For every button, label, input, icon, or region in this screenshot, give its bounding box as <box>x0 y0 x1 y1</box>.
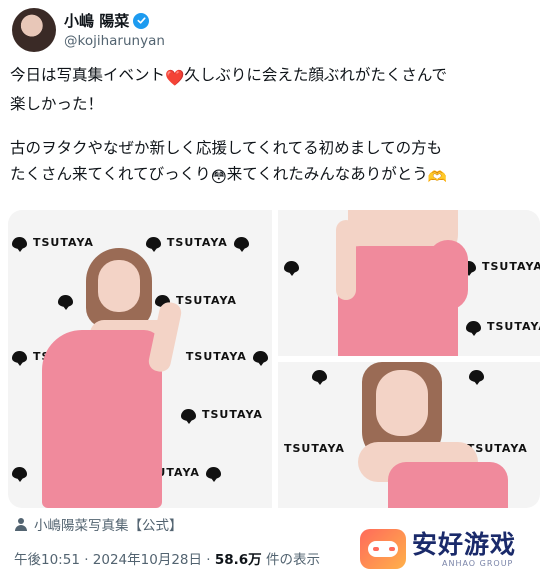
media-grid: TSUTAYA TSUTAYA TSUTAYA TSUTAYA TSUTAYA TS… <box>8 210 540 508</box>
photo-2[interactable]: TSUTAYA TSUTAYA <box>278 210 540 356</box>
author-block: 小嶋 陽菜 @kojiharunyan <box>64 11 165 50</box>
photo-1[interactable]: TSUTAYA TSUTAYA TSUTAYA TSUTAYA TSUTAYA TS… <box>8 210 272 508</box>
game-controller-icon <box>360 529 406 569</box>
author-handle[interactable]: @kojiharunyan <box>64 32 165 50</box>
speech-bubble-icon <box>312 370 327 385</box>
speech-bubble-icon <box>12 466 27 482</box>
speech-bubble-icon <box>469 370 484 385</box>
tweet-text-segment: 来てくれたみんなありがとう <box>226 165 428 183</box>
tweet-meta: 午後10:51 · 2024年10月28日 · 58.6万 件の表示 <box>14 548 320 568</box>
media-caption[interactable]: 小嶋陽菜写真集【公式】 <box>14 514 183 534</box>
backdrop-logo: TSUTAYA <box>176 294 237 307</box>
meta-separator: · <box>202 552 215 568</box>
speech-bubble-icon <box>205 466 221 482</box>
views-count: 58.6万 <box>214 552 262 568</box>
watermark-subtitle: ANHAO GROUP <box>442 558 514 568</box>
meta-separator: · <box>79 552 93 568</box>
speech-bubble-icon <box>145 236 161 252</box>
tweet-text: 今日は写真集イベント❤️久しぶりに会えた顔ぶれがたくさんで 楽しかった！ 古のヲ… <box>10 62 540 208</box>
speech-bubble-icon <box>58 294 73 310</box>
caption-text[interactable]: 小嶋陽菜写真集【公式】 <box>34 514 183 534</box>
person-icon <box>14 517 28 531</box>
backdrop-logo: TSUTAYA <box>487 320 540 333</box>
tweet-time[interactable]: 午後10:51 <box>14 552 80 568</box>
tweet-text-segment: 今日は写真集イベント <box>10 66 166 84</box>
heart-emoji-icon: ❤️ <box>165 69 185 87</box>
speech-bubble-icon <box>284 260 299 276</box>
speech-bubble-icon <box>12 350 27 366</box>
tweet-date[interactable]: 2024年10月28日 <box>93 552 202 568</box>
tweet-paragraph-1: 今日は写真集イベント❤️久しぶりに会えた顔ぶれがたくさんで 楽しかった！ <box>10 62 540 117</box>
speech-bubble-icon <box>466 320 481 336</box>
face <box>98 260 140 312</box>
display-name-row[interactable]: 小嶋 陽菜 <box>64 11 165 31</box>
watermark-title: 安好游戏 <box>412 529 517 559</box>
tweet-paragraph-2: 古のヲタクやなぜか新しく応援してくれてる初めましての方も たくさん来てくれてびっ… <box>10 135 540 190</box>
pink-dress <box>388 462 508 508</box>
backdrop-logo: TSUTAYA <box>166 236 228 249</box>
site-watermark: 安好游戏 ANHAO GROUP <box>360 526 542 572</box>
views-label: 件の表示 <box>261 552 320 568</box>
display-name[interactable]: 小嶋 陽菜 <box>64 11 129 31</box>
backdrop-logo-row: TSUTAYA TSUTAYA <box>12 236 249 252</box>
speech-bubble-icon <box>181 408 196 424</box>
backdrop-logo: TSUTAYA <box>185 350 247 363</box>
backdrop-logo: TSUTAYA <box>482 260 540 273</box>
backdrop-logo-row: TSUTAYA <box>466 320 540 336</box>
avatar[interactable] <box>12 8 56 52</box>
backdrop-logo: TSUTAYA <box>33 236 94 249</box>
tweet-header: 小嶋 陽菜 @kojiharunyan <box>12 8 165 52</box>
flushed-face-emoji-icon: 😳 <box>210 168 227 186</box>
watermark-text: 安好游戏 ANHAO GROUP <box>412 529 517 568</box>
speech-bubble-icon <box>12 236 27 252</box>
heart-hands-emoji-icon: 🫶 <box>427 168 448 186</box>
speech-bubble-icon <box>233 236 249 252</box>
verified-badge-icon <box>133 12 150 29</box>
photo-3[interactable]: TSUTAYA TSUTAYA <box>278 362 540 508</box>
pink-dress <box>42 330 162 508</box>
backdrop-logo: TSUTAYA <box>284 442 345 455</box>
speech-bubble-icon <box>252 350 268 366</box>
arm <box>336 220 356 300</box>
face <box>376 370 428 436</box>
dress-bow <box>428 240 468 310</box>
backdrop-logo: TSUTAYA <box>202 408 263 421</box>
